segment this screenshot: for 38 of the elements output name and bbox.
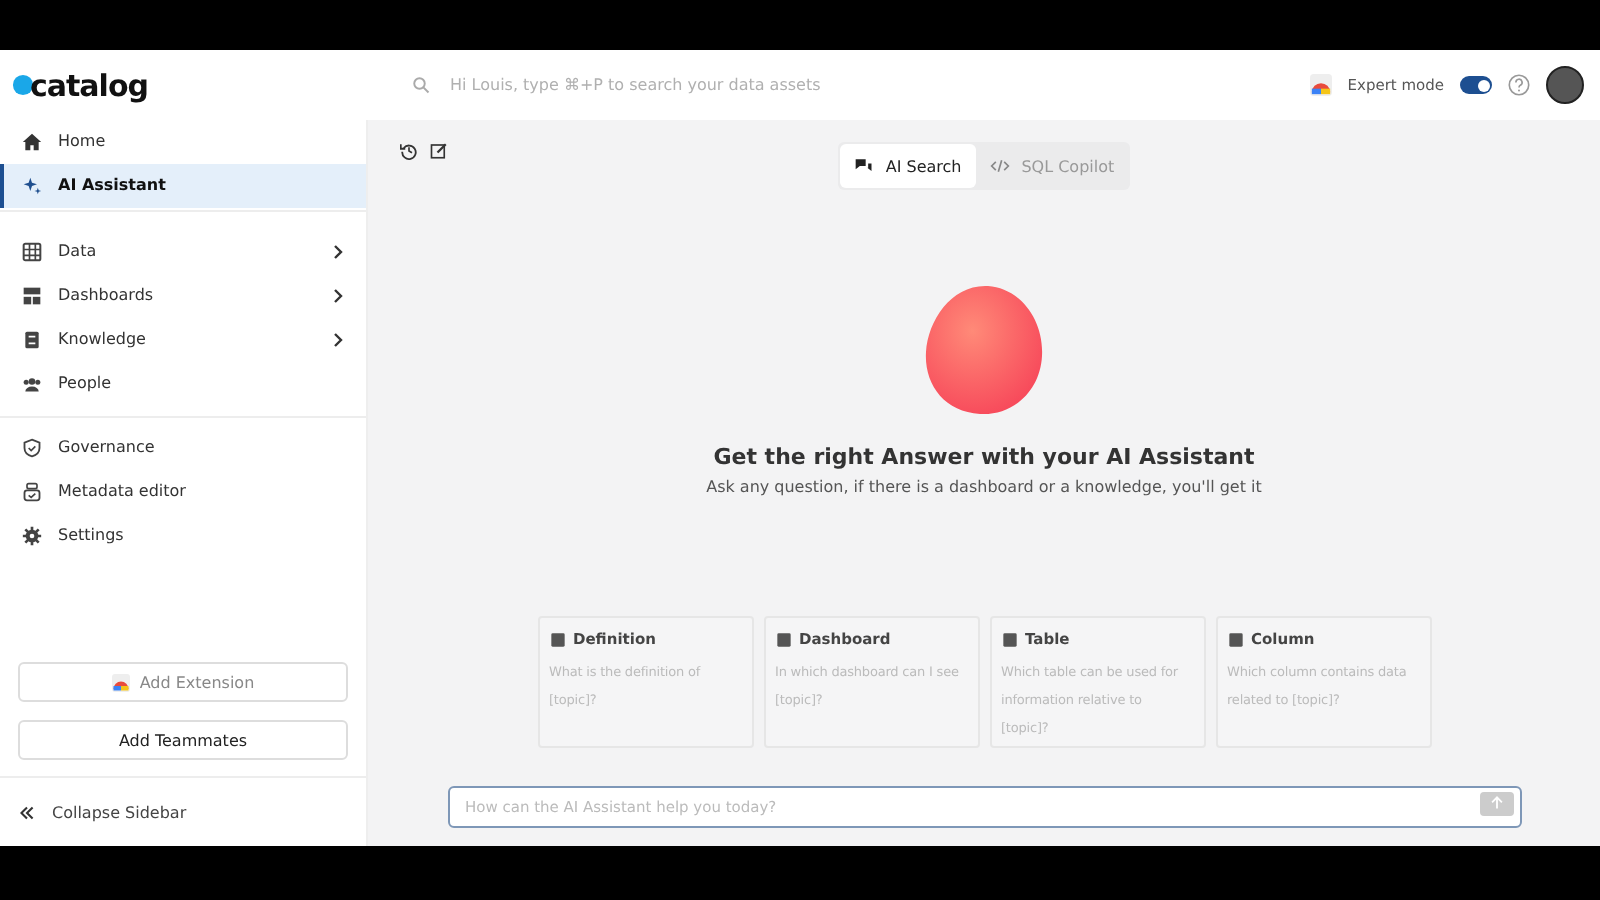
people-icon: [22, 373, 42, 394]
code-icon: [989, 156, 1010, 176]
sidebar-item[interactable]: Governance: [0, 426, 366, 469]
expert-mode-toggle[interactable]: [1460, 76, 1492, 94]
heading: Get the right Answer with your AI Assistant: [713, 444, 1255, 470]
shield-icon: [22, 437, 42, 458]
sidebar-item[interactable]: AI Assistant: [0, 164, 366, 207]
subtitle: Ask any question, if there is a dashboard or a knowledge, you'll get it: [706, 478, 1262, 496]
sidebar-item[interactable]: People: [0, 362, 366, 405]
blob-illustration: [924, 284, 1044, 416]
gear-icon: [22, 525, 42, 546]
extension-icon: [111, 673, 130, 691]
edit-icon[interactable]: [430, 142, 448, 160]
extension-icon[interactable]: [1309, 74, 1332, 96]
sidebar-item[interactable]: Metadata editor: [0, 470, 366, 513]
sidebar-item[interactable]: Settings: [0, 514, 366, 557]
sidebar-item[interactable]: Data: [0, 230, 366, 273]
sidebar-item[interactable]: Knowledge: [0, 318, 366, 361]
search-icon: [412, 76, 430, 94]
history-icon[interactable]: [400, 142, 418, 160]
book-icon: [22, 329, 42, 350]
sparkle-icon: [22, 175, 42, 196]
arrow-up-icon: [1489, 796, 1503, 810]
collapse-sidebar-button[interactable]: Collapse Sidebar: [0, 778, 366, 846]
search-field[interactable]: Hi Louis, type ⌘+P to search your data assets: [446, 74, 1012, 96]
help-icon[interactable]: [1508, 74, 1530, 96]
logo-icon: [12, 74, 34, 96]
chat-bubbles-icon: [853, 156, 874, 176]
home-icon: [22, 131, 42, 152]
sidebar-item[interactable]: Home: [0, 120, 366, 163]
mode-tab[interactable]: AI Search: [839, 144, 976, 188]
grid-icon: [22, 241, 42, 262]
avatar[interactable]: [1546, 66, 1584, 104]
double-chevron-icon: [20, 805, 34, 819]
logo: catalog: [30, 67, 148, 103]
add-extension-button[interactable]: Add Extension: [18, 662, 348, 702]
add-teammates-button[interactable]: Add Teammates: [18, 720, 348, 760]
sidebar-item[interactable]: Dashboards: [0, 274, 366, 317]
